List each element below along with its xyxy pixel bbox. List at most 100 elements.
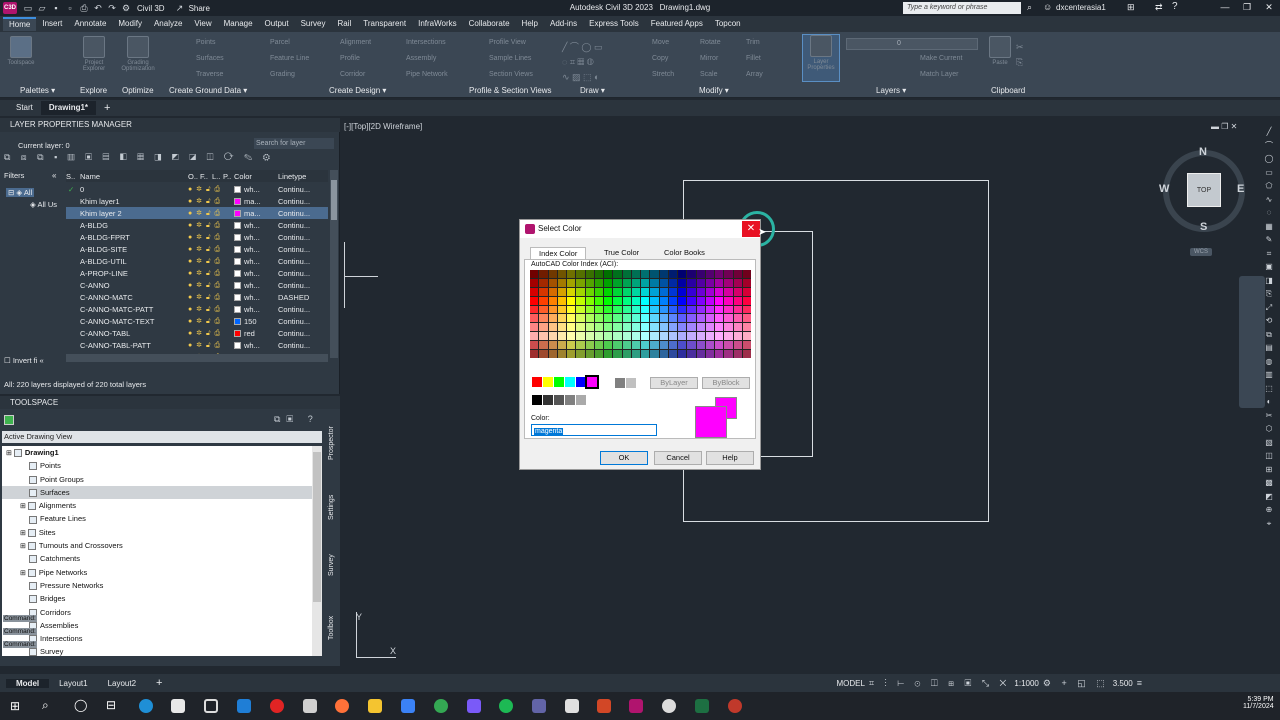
prospector-scrollbar[interactable]	[312, 446, 322, 656]
aci-swatch[interactable]	[733, 350, 742, 358]
chrome-icon[interactable]	[434, 699, 448, 713]
aci-swatch[interactable]	[594, 323, 603, 332]
filter-all[interactable]: ⊟ ◈ All	[6, 188, 35, 197]
aci-swatch[interactable]	[742, 296, 751, 305]
standard-color-swatch[interactable]	[543, 377, 553, 387]
mirror-button[interactable]: Mirror	[700, 55, 718, 62]
layer-state-icons[interactable]: ● ✲ 🔓︎ ⎙	[188, 317, 234, 326]
aci-swatch[interactable]	[733, 296, 742, 305]
layer-row[interactable]: C-ANNO ● ✲ 🔓︎ ⎙ wh... Continu...	[66, 279, 328, 291]
layer-row[interactable]: A-BLDG-FPRT ● ✲ 🔓︎ ⎙ wh... Continu...	[66, 231, 328, 243]
aci-swatch[interactable]	[613, 323, 622, 332]
col-name[interactable]: Name	[80, 172, 188, 181]
aci-swatch[interactable]	[631, 296, 640, 305]
prospector-item[interactable]: Intersections	[2, 632, 322, 645]
aci-swatch[interactable]	[696, 350, 705, 358]
aci-swatch[interactable]	[557, 341, 566, 350]
layer-state-icons[interactable]: ● ✲ 🔓︎ ⎙	[188, 269, 234, 278]
layer-color[interactable]: wh...	[234, 293, 278, 302]
aci-swatch[interactable]	[530, 314, 539, 323]
layer-color[interactable]: wh...	[234, 245, 278, 254]
aci-swatch[interactable]	[724, 296, 733, 305]
aci-swatch[interactable]	[613, 287, 622, 296]
aci-swatch[interactable]	[557, 332, 566, 341]
layer-state-icons[interactable]: ● ✲ 🔓︎ ⎙	[188, 245, 234, 254]
tab-toolbox[interactable]: Toolbox	[328, 616, 335, 640]
opera-icon[interactable]	[270, 699, 284, 713]
tab-topcon[interactable]: Topcon	[709, 17, 747, 31]
aci-swatch[interactable]	[576, 270, 585, 278]
panel-explore[interactable]: Explore	[80, 86, 107, 95]
aci-swatch[interactable]	[622, 341, 631, 350]
aci-swatch[interactable]	[678, 305, 687, 314]
aci-swatch[interactable]	[724, 270, 733, 278]
aci-swatch[interactable]	[539, 296, 548, 305]
aci-swatch[interactable]	[530, 350, 539, 358]
aci-swatch[interactable]	[604, 350, 613, 358]
aci-swatch[interactable]	[613, 305, 622, 314]
aci-swatch[interactable]	[641, 314, 650, 323]
aci-swatch[interactable]	[631, 341, 640, 350]
aci-swatch[interactable]	[724, 332, 733, 341]
aci-swatch[interactable]	[576, 314, 585, 323]
aci-swatch[interactable]	[585, 278, 594, 287]
gray-color-swatch[interactable]	[576, 395, 586, 405]
paste-button[interactable]: Paste	[988, 36, 1012, 66]
prospector-item[interactable]: Assemblies	[2, 619, 322, 632]
aci-swatch[interactable]	[641, 278, 650, 287]
aci-swatch[interactable]	[668, 332, 677, 341]
layer-linetype[interactable]: Continu...	[278, 269, 316, 278]
aci-swatch[interactable]	[631, 270, 640, 278]
color-value-input[interactable]: magenta	[531, 424, 657, 436]
aci-swatch[interactable]	[678, 332, 687, 341]
layer-color[interactable]: wh...	[234, 269, 278, 278]
user-icon[interactable]: ☺	[1043, 2, 1052, 12]
aci-swatch[interactable]	[585, 332, 594, 341]
panel-create-design[interactable]: Create Design ▾	[329, 86, 386, 95]
aci-swatch[interactable]	[705, 350, 714, 358]
aci-swatch[interactable]	[585, 314, 594, 323]
layer-row[interactable]: C-ANNO-MATC-TEXT ● ✲ 🔓︎ ⎙ 150 Continu...	[66, 315, 328, 327]
aci-swatch[interactable]	[548, 296, 557, 305]
move-button[interactable]: Move	[652, 39, 669, 46]
aci-swatch[interactable]	[650, 341, 659, 350]
restore-icon[interactable]: ❐	[1237, 2, 1257, 13]
tab-infraworks[interactable]: InfraWorks	[412, 17, 463, 31]
file-explorer-icon[interactable]	[368, 699, 382, 713]
layer-row[interactable]: A-PROP-LINE ● ✲ 🔓︎ ⎙ wh... Continu...	[66, 267, 328, 279]
aci-swatch[interactable]	[715, 350, 724, 358]
aci-swatch[interactable]	[641, 341, 650, 350]
make-current-button[interactable]: Make Current	[920, 55, 962, 62]
gray-colors-2[interactable]	[532, 395, 597, 405]
aci-swatch[interactable]	[613, 314, 622, 323]
tab-express-tools[interactable]: Express Tools	[583, 17, 645, 31]
aci-swatch[interactable]	[724, 278, 733, 287]
layer-linetype[interactable]: Continu...	[278, 245, 316, 254]
layout1-tab[interactable]: Layout1	[49, 679, 97, 688]
aci-swatch[interactable]	[594, 270, 603, 278]
clock[interactable]: 5:39 PM 11/7/2024	[1243, 696, 1274, 710]
aci-swatch[interactable]	[576, 287, 585, 296]
tab-prospector[interactable]: Prospector	[328, 426, 335, 460]
aci-swatch[interactable]	[678, 323, 687, 332]
close-icon[interactable]: ✕	[1259, 2, 1279, 13]
panel-layers[interactable]: Layers ▾	[876, 86, 906, 95]
aci-swatch[interactable]	[631, 323, 640, 332]
scale-button[interactable]: Scale	[700, 71, 718, 78]
spotify-icon[interactable]	[499, 699, 513, 713]
aci-swatch[interactable]	[659, 341, 668, 350]
prospector-item[interactable]: ⊞ Turnouts and Crossovers	[2, 539, 322, 552]
aci-swatch[interactable]	[622, 314, 631, 323]
prospector-item[interactable]: ⊞ Alignments	[2, 499, 322, 512]
cart-icon[interactable]: ⊞	[1127, 2, 1135, 13]
aci-swatch[interactable]	[678, 296, 687, 305]
layer-row[interactable]: A-BLDG ● ✲ 🔓︎ ⎙ wh... Continu...	[66, 219, 328, 231]
panel-profile-section-views[interactable]: Profile & Section Views	[469, 86, 552, 95]
tab-home[interactable]: Home	[3, 17, 37, 31]
gray-color-swatch[interactable]	[587, 395, 597, 405]
aci-swatch[interactable]	[687, 314, 696, 323]
aci-swatch[interactable]	[724, 314, 733, 323]
aci-swatch[interactable]	[668, 278, 677, 287]
layer-properties-button[interactable]: Layer Properties	[802, 34, 840, 82]
aci-swatch[interactable]	[733, 314, 742, 323]
